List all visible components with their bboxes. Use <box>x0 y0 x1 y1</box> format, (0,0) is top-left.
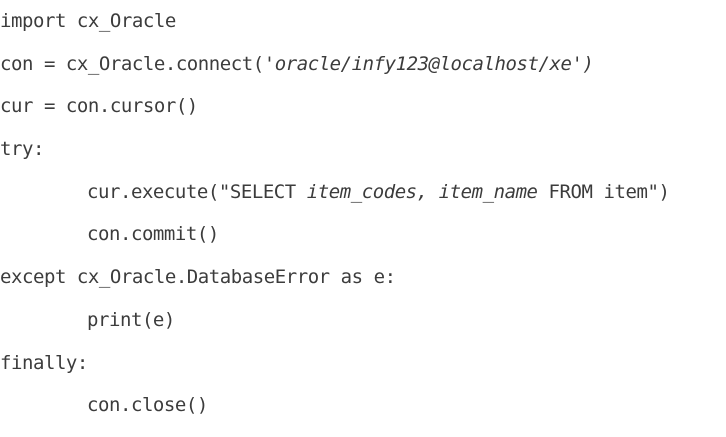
code-text: FROM item") <box>537 180 670 203</box>
code-text: cur.execute("SELECT <box>87 180 307 203</box>
code-line-execute: cur.execute("SELECT item_codes, item_nam… <box>0 171 726 214</box>
code-block: import cx_Oracle con = cx_Oracle.connect… <box>0 0 726 437</box>
code-line-finally: finally: <box>0 342 726 385</box>
code-text: con.commit() <box>87 223 219 246</box>
code-line-print: print(e) <box>0 299 726 342</box>
code-line-try: try: <box>0 128 726 171</box>
code-text: import cx_Oracle <box>0 10 176 32</box>
code-text: cur = con.cursor() <box>0 95 198 118</box>
code-text: try: <box>0 138 44 161</box>
code-line-commit: con.commit() <box>0 213 726 256</box>
code-line-connect: con = cx_Oracle.connect('oracle/infy123@… <box>0 43 726 86</box>
sql-columns: item_codes, item_name <box>306 180 538 203</box>
code-text: finally: <box>0 351 88 374</box>
code-line-except: except cx_Oracle.DatabaseError as e: <box>0 256 726 299</box>
connection-string: 'oracle/infy123@localhost/xe') <box>263 52 594 75</box>
code-text: con = cx_Oracle.connect( <box>0 52 264 75</box>
code-text: con.close() <box>87 394 208 417</box>
code-line-import: import cx_Oracle <box>0 0 726 43</box>
code-line-close: con.close() <box>0 384 726 427</box>
code-text: print(e) <box>87 308 175 331</box>
code-line-cursor: cur = con.cursor() <box>0 85 726 128</box>
code-text: except cx_Oracle.DatabaseError as e: <box>0 266 396 289</box>
